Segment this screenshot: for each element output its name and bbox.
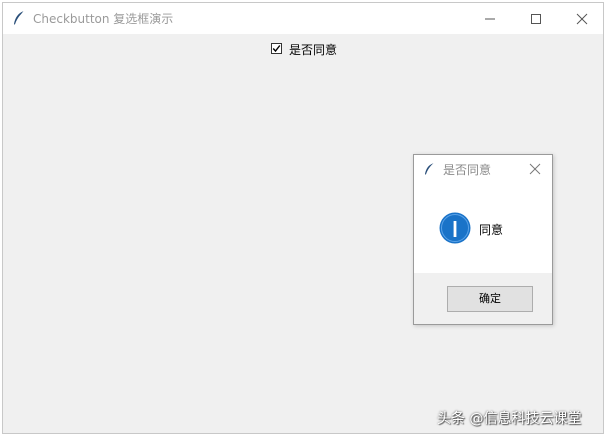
info-icon: [439, 212, 471, 244]
dialog-message: 同意: [479, 223, 504, 237]
message-dialog: 是否同意 同意 确定: [413, 154, 553, 325]
maximize-button[interactable]: [513, 3, 559, 34]
watermark: 头条 @信息科技云课堂: [437, 411, 582, 427]
close-button[interactable]: [559, 3, 603, 34]
close-icon: [529, 163, 541, 175]
minimize-icon: [485, 18, 495, 20]
window-title: Checkbutton 复选框演示: [33, 12, 174, 26]
feather-icon: [12, 10, 26, 26]
ok-button[interactable]: 确定: [447, 286, 533, 312]
title-bar[interactable]: Checkbutton 复选框演示: [3, 3, 603, 34]
checkmark-icon: [272, 45, 281, 53]
dialog-title: 是否同意: [443, 163, 492, 177]
close-icon: [576, 13, 588, 25]
main-window: Checkbutton 复选框演示 是否同意 是否同意 同意 确定: [2, 2, 604, 434]
maximize-icon: [531, 14, 541, 24]
dialog-title-bar[interactable]: 是否同意: [414, 155, 552, 183]
checkbox-label[interactable]: 是否同意: [289, 41, 337, 58]
checkbox[interactable]: [271, 43, 282, 54]
dialog-button-area: 确定: [414, 273, 552, 324]
dialog-close-button[interactable]: [528, 161, 542, 175]
minimize-button[interactable]: [467, 3, 513, 34]
feather-icon: [423, 161, 435, 176]
